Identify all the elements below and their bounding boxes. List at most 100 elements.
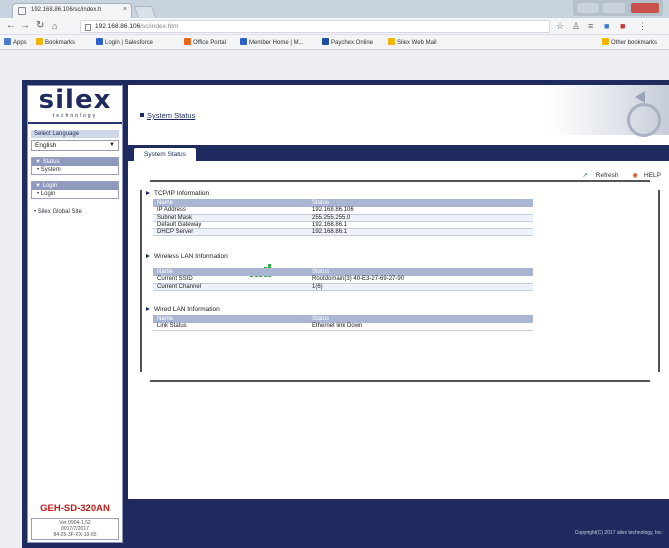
logo-text: silex [38, 85, 112, 115]
bookmark-item[interactable]: Member Home | M... [240, 38, 304, 46]
new-tab-button[interactable] [133, 6, 157, 18]
cell-name: DHCP Server [153, 228, 308, 236]
table-header: Name Status [153, 199, 533, 207]
column-header: Name [153, 315, 308, 323]
star-icon [36, 38, 43, 45]
cell-name: Current SSID [153, 276, 308, 284]
section-title: Wired LAN Information [146, 306, 220, 313]
table-header: Name Status [153, 268, 533, 276]
cell-status: 192.168.86.1 [308, 221, 533, 229]
page-title[interactable]: System Status [140, 111, 195, 120]
bookmark-item[interactable]: Apps [4, 38, 27, 46]
table-row: Current SSID Rootdomain(3) 40-E3-27-69-27… [153, 276, 533, 284]
column-header: Status [308, 199, 533, 207]
extension-icon-4[interactable]: ■ [620, 21, 625, 31]
tab-title: 192.168.86.106/sc/index.h [31, 7, 102, 13]
browser-tabbar: 192.168.86.106/sc/index.h × [0, 0, 669, 18]
table-row: Current Channel 1(6) [153, 283, 533, 291]
maximize-button[interactable] [603, 3, 625, 13]
silex-global-site-link[interactable]: • Silex Global Site [34, 209, 116, 215]
column-header: Name [153, 199, 308, 207]
page-title-text: System Status [147, 111, 196, 120]
sidebar-section-head[interactable]: ▼ Status [32, 158, 118, 166]
column-header: Status [308, 315, 533, 323]
firmware-info: Ver 0904-1.52 0017/7/2017 84-25-3F-XX-19… [31, 518, 119, 540]
url-host: 192.168.86.106 [95, 23, 141, 30]
folder-icon [388, 38, 395, 45]
window-controls [573, 0, 663, 16]
sidebar-section-head[interactable]: ▼ Login [32, 182, 118, 190]
table-header: Name Status [153, 315, 533, 323]
cell-name: IP Address [153, 207, 308, 215]
help-button[interactable]: ◉ HELP [626, 172, 661, 179]
bookmark-star-icon[interactable]: ☆ [556, 21, 564, 31]
cell-status: Ethernet link Down [308, 323, 533, 331]
tcpip-table: Name Status IP Address 192.168.86.106 Subn… [153, 199, 533, 236]
menu-icon[interactable]: ⋮ [638, 21, 647, 31]
table-row: Default Gateway 192.168.86.1 [153, 221, 533, 229]
extension-icon-2[interactable]: ≡ [588, 21, 593, 31]
section-title: TCP/IP Information [146, 190, 209, 197]
sidebar-item-system[interactable]: • System [32, 166, 118, 174]
extension-icon[interactable]: ♙ [572, 21, 580, 31]
table-row: Link Status Ethernet link Down [153, 323, 533, 331]
bookmark-item[interactable]: Silex Web Mail [388, 38, 437, 46]
page-info-icon[interactable] [85, 24, 91, 31]
main-content: System Status System Status ➚ Refresh ◉ H… [128, 85, 669, 499]
panel-border [150, 380, 650, 382]
sidebar: silex technology Select Language English… [27, 85, 123, 543]
tab-close-icon[interactable]: × [123, 6, 127, 13]
tab-strip: System Status [128, 145, 669, 161]
device-page: silex technology Select Language English… [22, 80, 669, 548]
help-label: HELP [644, 172, 661, 179]
apps-icon [4, 38, 11, 45]
tab-system-status[interactable]: System Status [134, 148, 196, 161]
refresh-button[interactable]: ➚ Refresh [577, 172, 619, 179]
cell-status: 192.168.86.106 [308, 207, 533, 215]
cell-status: 1(6) [308, 283, 533, 291]
silex-logo: silex technology [28, 86, 122, 124]
section-title: Wireless LAN Information [146, 253, 228, 260]
model-name: GEH-SD-320AN [40, 503, 110, 514]
reload-icon[interactable]: ↻ [36, 20, 44, 32]
footer-bar: Copyright(C) 2017 silex technology, Inc. [128, 499, 669, 540]
language-select[interactable]: English ▼ [31, 140, 119, 151]
copyright: Copyright(C) 2017 silex technology, Inc. [574, 530, 663, 536]
banner-arrow-icon [635, 91, 645, 103]
section-title-text: Wired LAN Information [154, 306, 220, 313]
bookmark-label: Bookmarks [45, 40, 76, 46]
bookmark-item[interactable]: Office Portal [184, 38, 226, 46]
cell-name: Link Status [153, 323, 308, 331]
extension-icon-3[interactable]: ■ [604, 21, 609, 31]
cell-status: Rootdomain(3) 40-E3-27-69-27-90 [308, 276, 533, 284]
fw-line: 84-25-3F-XX-19-65 [53, 532, 97, 538]
section-title-text: TCP/IP Information [154, 190, 210, 197]
member-icon [240, 38, 247, 45]
browser-tab[interactable]: 192.168.86.106/sc/index.h × [12, 3, 132, 18]
sidebar-item-login[interactable]: • Login [32, 190, 118, 198]
wired-table: Name Status Link Status Ethernet link Down [153, 315, 533, 331]
paychex-icon [322, 38, 329, 45]
wireless-table: Name Status Current SSID Rootdomain(3) 40-… [153, 268, 533, 291]
panel-border [140, 190, 142, 372]
page-favicon-icon [18, 7, 26, 15]
bookmark-label: Office Portal [193, 40, 226, 46]
page-actions: ➚ Refresh ◉ HELP [571, 171, 662, 179]
help-icon: ◉ [632, 172, 639, 179]
home-icon[interactable]: ⌂ [52, 20, 57, 32]
back-icon[interactable]: ← [6, 20, 16, 32]
address-bar[interactable]: 192.168.86.106/sc/index.htm [80, 20, 550, 33]
bullet-icon [140, 113, 144, 117]
section-title-text: Wireless LAN Information [154, 253, 228, 260]
cell-name: Subnet Mask [153, 214, 308, 222]
bookmarks-bar: Apps Bookmarks Login | Salesforce Office… [0, 35, 669, 50]
close-window-button[interactable] [631, 3, 659, 13]
forward-icon[interactable]: → [20, 20, 30, 32]
banner-circle [627, 103, 661, 137]
minimize-button[interactable] [577, 3, 599, 13]
sidebar-section-status: ▼ Status • System [31, 157, 119, 175]
bookmark-item[interactable]: Paychex Online [322, 38, 373, 46]
bookmark-item[interactable]: Bookmarks [36, 38, 75, 46]
bookmark-item[interactable]: Login | Salesforce [96, 38, 153, 46]
other-bookmarks[interactable]: Other bookmarks [602, 38, 657, 46]
